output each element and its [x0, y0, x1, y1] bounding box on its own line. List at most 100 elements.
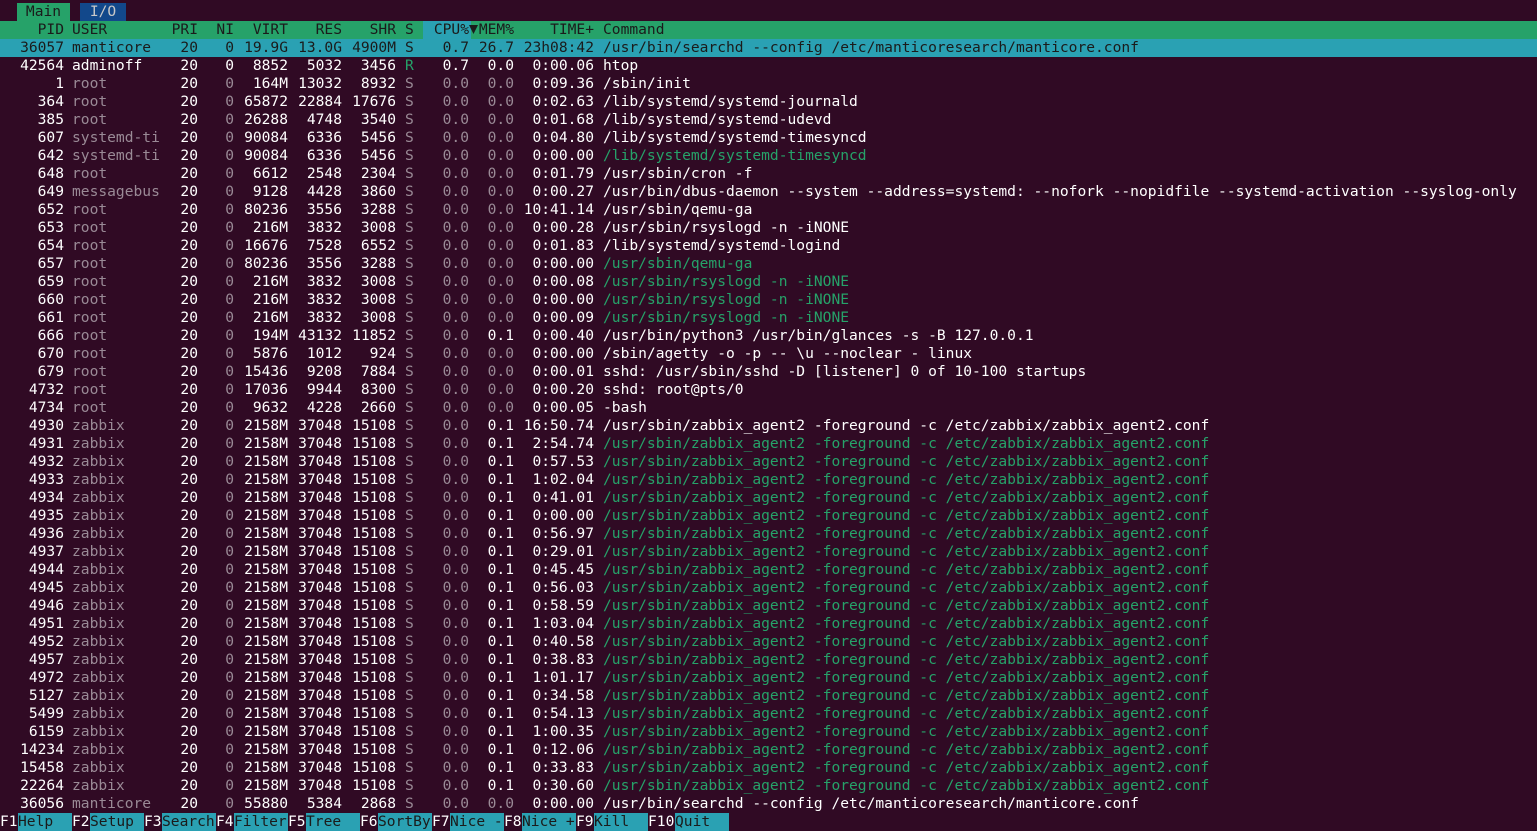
col-time[interactable]: TIME+ [514, 21, 594, 39]
table-row[interactable]: 4937 zabbix 20 0 2158M 37048 15108 S 0.0 0.1 0:29.… [0, 543, 1537, 561]
fkey-label-tree[interactable]: Tree [306, 813, 360, 831]
cell-user: zabbix [72, 507, 125, 524]
cell-res: 13.0G [298, 39, 342, 56]
table-row[interactable]: 659 root 20 0 216M 3832 3008 S 0.0 0.0 0:00.08/usr… [0, 273, 1537, 291]
table-row[interactable]: 657 root 20 0 80236 3556 3288 S 0.0 0.0 0:00.00/us… [0, 255, 1537, 273]
table-row[interactable]: 1 root 20 0 164M 13032 8932 S 0.0 0.0 0:09.36/sbin… [0, 75, 1537, 93]
fkey-f4[interactable]: F4 [216, 813, 234, 831]
col-virt[interactable]: VIRT [234, 21, 288, 39]
cell-mem: 0.0 [487, 309, 514, 326]
cell-pid: 666 [37, 327, 64, 344]
fkey-label-help[interactable]: Help [18, 813, 72, 831]
table-row[interactable]: 42564 adminoff 20 0 8852 5032 3456 R 0.7 0.0 0:00.… [0, 57, 1537, 75]
table-row[interactable]: 4934 zabbix 20 0 2158M 37048 15108 S 0.0 0.1 0:41.… [0, 489, 1537, 507]
col-ni[interactable]: NI [200, 21, 234, 39]
table-row[interactable]: 14234 zabbix 20 0 2158M 37048 15108 S 0.0 0.1 0:12… [0, 741, 1537, 759]
table-row[interactable]: 4935 zabbix 20 0 2158M 37048 15108 S 0.0 0.1 0:00.… [0, 507, 1537, 525]
table-row[interactable]: 654 root 20 0 16676 7528 6552 S 0.0 0.0 0:01.83/li… [0, 237, 1537, 255]
cell-pri: 20 [180, 183, 198, 200]
table-row[interactable]: 660 root 20 0 216M 3832 3008 S 0.0 0.0 0:00.00/usr… [0, 291, 1537, 309]
cell-pid: 657 [37, 255, 64, 272]
tab-io[interactable]: I/O [80, 3, 126, 21]
cell-mem: 0.1 [487, 489, 514, 506]
table-row[interactable]: 4931 zabbix 20 0 2158M 37048 15108 S 0.0 0.1 2:54.… [0, 435, 1537, 453]
table-row[interactable]: 652 root 20 0 80236 3556 3288 S 0.0 0.0 10:41.14/u… [0, 201, 1537, 219]
table-row[interactable]: 6159 zabbix 20 0 2158M 37048 15108 S 0.0 0.1 1:00.… [0, 723, 1537, 741]
fkey-f9[interactable]: F9 [576, 813, 594, 831]
cell-command: /usr/bin/dbus-daemon --system --address=… [603, 183, 1517, 200]
table-row[interactable]: 22264 zabbix 20 0 2158M 37048 15108 S 0.0 0.1 0:30… [0, 777, 1537, 795]
fkey-label-filter[interactable]: Filter [234, 813, 288, 831]
fkey-label-sortby[interactable]: SortBy [378, 813, 432, 831]
table-row[interactable]: 4734 root 20 0 9632 4228 2660 S 0.0 0.0 0:00.05 -ba… [0, 399, 1537, 417]
col-shr[interactable]: SHR [342, 21, 396, 39]
table-row[interactable]: 5499 zabbix 20 0 2158M 37048 15108 S 0.0 0.1 0:54.… [0, 705, 1537, 723]
cell-pid: 4732 [28, 381, 64, 398]
fkey-f6[interactable]: F6 [360, 813, 378, 831]
table-row[interactable]: 364 root 20 0 65872 22884 17676 S 0.0 0.0 0:02.63 /… [0, 93, 1537, 111]
table-row[interactable]: 661 root 20 0 216M 3832 3008 S 0.0 0.0 0:00.09/usr… [0, 309, 1537, 327]
table-row[interactable]: 5127 zabbix 20 0 2158M 37048 15108 S 0.0 0.1 0:34.… [0, 687, 1537, 705]
table-row[interactable]: 4932 zabbix 20 0 2158M 37048 15108 S 0.0 0.1 0:57.… [0, 453, 1537, 471]
fkey-f2[interactable]: F2 [72, 813, 90, 831]
fkey-label-nice[interactable]: Nice - [450, 813, 504, 831]
cell-virt: 2158M [244, 723, 288, 740]
tab-main[interactable]: Main [17, 3, 70, 21]
col-user[interactable]: USER [72, 21, 162, 39]
table-row[interactable]: 36057 manticore 20 0 19.9G 13.0G 4900M S 0.7 26.7… [0, 39, 1537, 57]
table-row[interactable]: 649 messagebus 20 0 9128 4428 3860 S 0.0 0.0 0:00.… [0, 183, 1537, 201]
cell-virt: 16676 [244, 237, 288, 254]
cell-state: S [405, 309, 414, 326]
fkey-label-search[interactable]: Search [162, 813, 216, 831]
table-row[interactable]: 670 root 20 0 5876 1012 924 S 0.0 0.0 0:00.00/sbin… [0, 345, 1537, 363]
col-pid[interactable]: PID [0, 21, 64, 39]
table-row[interactable]: 4944 zabbix 20 0 2158M 37048 15108 S 0.0 0.1 0:45.… [0, 561, 1537, 579]
fkey-label-kill[interactable]: Kill [594, 813, 648, 831]
cell-state: S [405, 363, 414, 380]
cell-state: S [405, 471, 414, 488]
table-row[interactable]: 4945 zabbix 20 0 2158M 37048 15108 S 0.0 0.1 0:56.… [0, 579, 1537, 597]
col-cpu[interactable]: CPU% [423, 21, 469, 39]
table-row[interactable]: 642 systemd-ti 20 0 90084 6336 5456 S 0.0 0.0 0:00… [0, 147, 1537, 165]
col-res[interactable]: RES [288, 21, 342, 39]
fkey-f10[interactable]: F10 [648, 813, 675, 831]
fkey-label-setup[interactable]: Setup [90, 813, 144, 831]
col-command[interactable]: Command [603, 21, 723, 39]
table-row[interactable]: 4946 zabbix 20 0 2158M 37048 15108 S 0.0 0.1 0:58.… [0, 597, 1537, 615]
cell-cpu: 0.0 [442, 237, 469, 254]
cell-time: 0:00.06 [532, 57, 594, 74]
col-mem[interactable]: MEM% [476, 21, 514, 39]
cell-state: S [405, 669, 414, 686]
table-row[interactable]: 4933 zabbix 20 0 2158M 37048 15108 S 0.0 0.1 1:02.… [0, 471, 1537, 489]
table-row[interactable]: 4952 zabbix 20 0 2158M 37048 15108 S 0.0 0.1 0:40.… [0, 633, 1537, 651]
cell-time: 23h08:42 [523, 39, 594, 56]
table-row[interactable]: 648 root 20 0 6612 2548 2304 S 0.0 0.0 0:01.79/usr… [0, 165, 1537, 183]
cell-pid: 4972 [28, 669, 64, 686]
fkey-f7[interactable]: F7 [432, 813, 450, 831]
table-row[interactable]: 15458 zabbix 20 0 2158M 37048 15108 S 0.0 0.1 0:33… [0, 759, 1537, 777]
table-row[interactable]: 4951 zabbix 20 0 2158M 37048 15108 S 0.0 0.1 1:03.… [0, 615, 1537, 633]
table-row[interactable]: 4732 root 20 0 17036 9944 8300 S 0.0 0.0 0:00.20 ss… [0, 381, 1537, 399]
table-row[interactable]: 4936 zabbix 20 0 2158M 37048 15108 S 0.0 0.1 0:56.… [0, 525, 1537, 543]
fkey-f5[interactable]: F5 [288, 813, 306, 831]
table-row[interactable]: 679 root 20 0 15436 9208 7884 S 0.0 0.0 0:00.01 ssh… [0, 363, 1537, 381]
table-row[interactable]: 385 root 20 0 26288 4748 3540 S 0.0 0.0 0:01.68/li… [0, 111, 1537, 129]
table-row[interactable]: 4972 zabbix 20 0 2158M 37048 15108 S 0.0 0.1 1:01.… [0, 669, 1537, 687]
table-row[interactable]: 36056 manticore 20 0 55880 5384 2868 S 0.0 0.0 0:0… [0, 795, 1537, 813]
fkey-f3[interactable]: F3 [144, 813, 162, 831]
table-row[interactable]: 4957 zabbix 20 0 2158M 37048 15108 S 0.0 0.1 0:38.… [0, 651, 1537, 669]
cell-mem: 0.1 [487, 759, 514, 776]
table-row[interactable]: 653 root 20 0 216M 3832 3008 S 0.0 0.0 0:00.28/usr… [0, 219, 1537, 237]
table-row[interactable]: 4930 zabbix 20 0 2158M 37048 15108 S 0.0 0.1 16:50… [0, 417, 1537, 435]
fkey-label-quit[interactable]: Quit [675, 813, 729, 831]
fkey-f8[interactable]: F8 [504, 813, 522, 831]
table-row[interactable]: 666 root 20 0 194M 43132 11852 S 0.0 0.1 0:00.40/u… [0, 327, 1537, 345]
col-pri[interactable]: PRI [162, 21, 198, 39]
cell-user: root [72, 111, 108, 128]
table-row[interactable]: 607 systemd-ti 20 0 90084 6336 5456 S 0.0 0.0 0:04… [0, 129, 1537, 147]
fkey-f1[interactable]: F1 [0, 813, 18, 831]
cell-command: /usr/sbin/zabbix_agent2 -foreground -c /… [603, 633, 1210, 650]
cell-virt: 80236 [244, 201, 288, 218]
col-state[interactable]: S [405, 21, 421, 39]
fkey-label-nice[interactable]: Nice + [522, 813, 576, 831]
